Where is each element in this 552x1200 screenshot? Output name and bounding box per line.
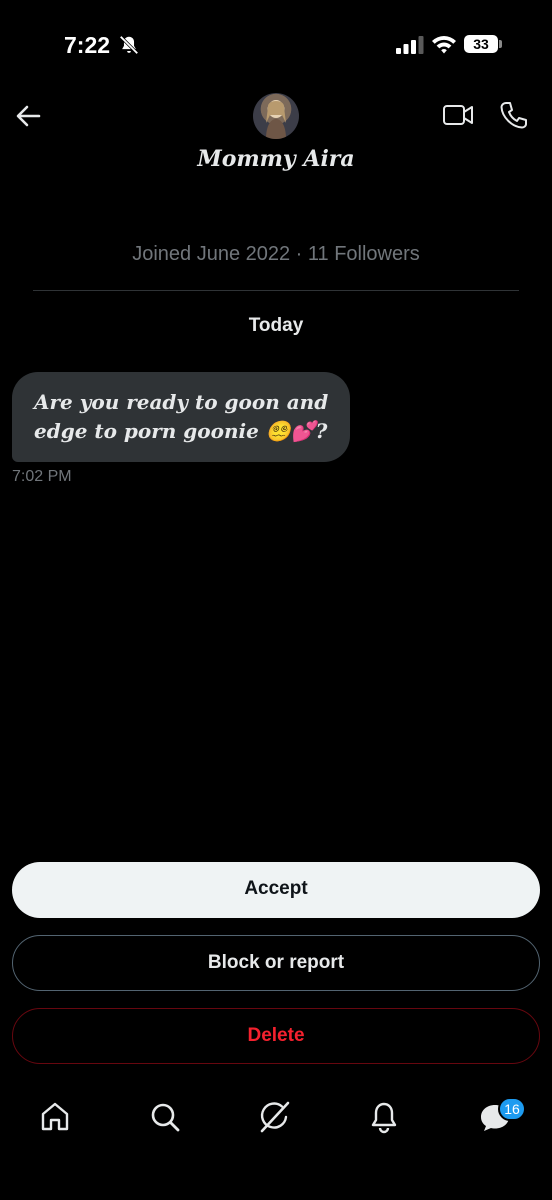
status-time: 7:22 — [64, 32, 111, 58]
wifi-icon — [432, 36, 456, 54]
search-icon[interactable] — [148, 1100, 182, 1134]
avatar-image — [266, 100, 286, 139]
avatar[interactable] — [253, 93, 299, 139]
message-timestamp: 7:02 PM — [12, 468, 72, 485]
battery-indicator: 33 — [464, 35, 498, 53]
bell-muted-icon — [119, 35, 139, 55]
contact-name[interactable]: Mommy Aira — [0, 146, 552, 172]
message-bubble[interactable]: Are you ready to goon and edge to porn g… — [12, 372, 350, 462]
grok-icon[interactable] — [258, 1100, 292, 1134]
divider — [33, 290, 519, 291]
video-call-icon[interactable] — [442, 101, 474, 129]
cellular-signal-icon — [396, 36, 424, 54]
day-separator: Today — [248, 315, 304, 336]
message-text: Are you ready to goon and edge to porn g… — [34, 390, 329, 443]
home-icon[interactable] — [38, 1100, 72, 1134]
battery-nub — [499, 40, 502, 48]
block-or-report-button[interactable]: Block or report — [12, 935, 540, 991]
back-arrow-icon[interactable] — [14, 102, 42, 130]
messages-badge: 16 — [498, 1097, 526, 1121]
phone-icon[interactable] — [499, 100, 527, 130]
profile-meta: Joined June 2022 · 11 Followers — [132, 243, 420, 265]
notifications-bell-icon[interactable] — [367, 1100, 401, 1134]
delete-button[interactable]: Delete — [12, 1008, 540, 1064]
accept-button[interactable]: Accept — [12, 862, 540, 918]
